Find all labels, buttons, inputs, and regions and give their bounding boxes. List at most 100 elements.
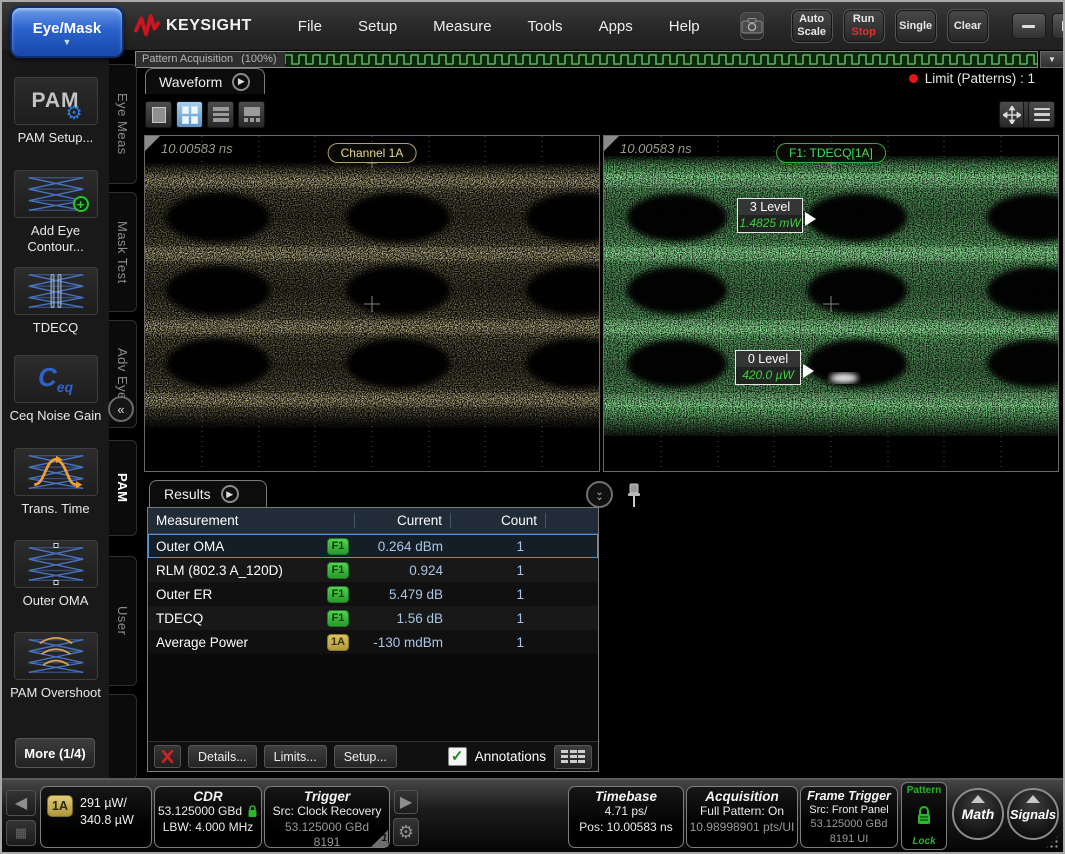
level3-marker-label[interactable]: 3 Level 1.4825 mW — [737, 198, 803, 233]
table-view-button[interactable] — [554, 745, 592, 769]
lock-icon — [247, 805, 258, 818]
delete-measurement-button[interactable] — [154, 745, 181, 768]
auto-scale-button[interactable]: Auto Scale — [792, 10, 832, 42]
menu-apps[interactable]: Apps — [581, 12, 651, 41]
maximize-button[interactable] — [1052, 13, 1065, 39]
channel-scale: 291 µW/ — [80, 796, 127, 810]
acquisition-full-pattern: Full Pattern: On — [687, 804, 797, 820]
panel-corner-handle[interactable] — [604, 136, 619, 151]
setup-button[interactable]: Setup... — [334, 745, 397, 768]
layout-rows-icon — [213, 107, 229, 122]
tab-waveform[interactable]: Waveform ▶ — [145, 68, 265, 94]
layout-thumbnail-button[interactable] — [238, 101, 265, 128]
table-row[interactable]: Average Power 1A -130 mdBm 1 — [148, 630, 598, 654]
layout-rows-button[interactable] — [207, 101, 234, 128]
scroll-left-button[interactable]: ◀ — [6, 790, 36, 816]
pattern-bar-dropdown-button[interactable]: ▼ — [1040, 51, 1064, 68]
keyboard-button[interactable]: ▦ — [6, 820, 36, 846]
level3-pointer-icon — [805, 212, 816, 226]
count-value: 1 — [451, 611, 546, 626]
panel-corner-handle[interactable] — [145, 136, 160, 151]
sidebar-item-outer-oma[interactable]: Outer OMA — [2, 540, 109, 609]
results-footer: Details... Limits... Setup... ✓ Annotati… — [148, 741, 598, 771]
tab-mask-test[interactable]: Mask Test — [109, 192, 137, 312]
tab-pam[interactable]: PAM — [109, 440, 137, 536]
timebase-status-panel[interactable]: Timebase 4.71 ps/ Pos: 10.00583 ns — [568, 786, 684, 848]
cdr-status-panel[interactable]: CDR 53.125000 GBd LBW: 4.000 MHz — [154, 786, 262, 848]
frame-trigger-status-panel[interactable]: Frame Trigger Src: Front Panel 53.125000… — [800, 786, 898, 848]
more-measurements-button[interactable]: More (1/4) — [15, 738, 95, 768]
layout-single-icon — [152, 107, 166, 123]
trigger-status-panel[interactable]: Trigger Src: Clock Recovery 53.125000 GB… — [264, 786, 390, 848]
acquisition-status-panel[interactable]: Acquisition Full Pattern: On 10.98998901… — [686, 786, 798, 848]
column-measurement[interactable]: Measurement — [148, 513, 355, 528]
count-value: 1 — [451, 587, 546, 602]
overshoot-icon — [27, 636, 85, 676]
limits-button[interactable]: Limits... — [264, 745, 327, 768]
column-current[interactable]: Current — [355, 513, 451, 528]
square-wave-icon — [285, 52, 1037, 67]
results-tab-expand-icon[interactable]: ▶ — [221, 485, 239, 503]
table-row[interactable]: TDECQ F1 1.56 dB 1 — [148, 606, 598, 630]
scroll-right-button[interactable]: ▶ — [394, 790, 418, 814]
pan-button[interactable] — [999, 101, 1024, 128]
menu-help[interactable]: Help — [651, 12, 718, 41]
ceq-noise-gain-icon: Ceq — [14, 355, 98, 403]
menu-file[interactable]: File — [280, 12, 340, 41]
tdecq-bars-icon — [50, 274, 61, 308]
run-stop-button[interactable]: Run Stop — [844, 10, 884, 42]
add-plus-icon: + — [73, 196, 89, 212]
resize-grip[interactable] — [1044, 834, 1060, 850]
sidebar-item-trans-time[interactable]: Trans. Time — [2, 448, 109, 517]
source-pill-f1-tdecq[interactable]: F1: TDECQ[1A] — [776, 143, 886, 163]
add-eye-contour-icon: + — [14, 170, 98, 218]
pattern-waveform-strip — [285, 52, 1037, 67]
tab-results[interactable]: Results ▶ — [149, 480, 267, 507]
signals-button[interactable]: Signals — [1007, 788, 1059, 840]
collapse-sidebar-button[interactable]: « — [108, 396, 134, 422]
pin-results-button[interactable] — [626, 483, 644, 509]
source-pill-channel-1a[interactable]: Channel 1A — [328, 143, 417, 163]
table-row[interactable]: Outer OMA F1 0.264 dBm 1 — [148, 534, 598, 558]
sidebar-item-tdecq[interactable]: TDECQ — [2, 267, 109, 336]
sidebar-item-add-eye-contour[interactable]: + Add Eye Contour... — [2, 170, 109, 256]
checkmark-icon: ✓ — [451, 748, 464, 765]
menu-tools[interactable]: Tools — [510, 12, 581, 41]
collapse-results-button[interactable]: ⌄⌄ — [586, 481, 613, 508]
math-button[interactable]: Math — [952, 788, 1004, 840]
single-button[interactable]: Single — [896, 10, 936, 42]
waveform-display-channel-1a[interactable]: 10.00583 ns Channel 1A — [144, 135, 600, 472]
stop-label: Stop — [851, 26, 875, 39]
waveform-tab-expand-icon[interactable]: ▶ — [232, 73, 250, 91]
table-row[interactable]: Outer ER F1 5.479 dB 1 — [148, 582, 598, 606]
channel-1a-status-panel[interactable]: 1A 291 µW/ 340.8 µW — [40, 786, 152, 848]
minimize-button[interactable] — [1012, 13, 1046, 39]
annotations-checkbox[interactable]: ✓ — [448, 747, 467, 766]
sidebar-item-ceq-noise-gain[interactable]: Ceq Ceq Noise Gain — [2, 355, 109, 424]
menu-setup[interactable]: Setup — [340, 12, 415, 41]
layout-quad-button[interactable] — [176, 101, 203, 128]
hamburger-icon — [1034, 108, 1050, 111]
details-button[interactable]: Details... — [188, 745, 257, 768]
annotations-label: Annotations — [475, 749, 546, 764]
tab-user[interactable]: User — [109, 556, 137, 686]
tab-empty — [109, 694, 137, 780]
layout-single-button[interactable] — [145, 101, 172, 128]
display-menu-button[interactable] — [1028, 101, 1055, 128]
menu-measure[interactable]: Measure — [415, 12, 509, 41]
clear-button[interactable]: Clear — [948, 10, 988, 42]
pam-overshoot-icon — [14, 632, 98, 680]
screenshot-button[interactable] — [740, 12, 764, 40]
waveform-display-tdecq-f1[interactable]: 10.00583 ns F1: TDECQ[1A] 3 Level 1.4825… — [603, 135, 1059, 472]
frame-trigger-title: Frame Trigger — [801, 787, 897, 803]
table-row[interactable]: RLM (802.3 A_120D) F1 0.924 1 — [148, 558, 598, 582]
tab-eye-meas[interactable]: Eye Meas — [109, 64, 137, 184]
results-table-panel: Measurement Current Count Outer OMA F1 0… — [147, 507, 599, 772]
sidebar-item-pam-overshoot[interactable]: PAM Overshoot — [2, 632, 109, 701]
column-count[interactable]: Count — [451, 513, 546, 528]
sidebar-item-pam-setup[interactable]: PAM ⚙ PAM Setup... — [2, 77, 109, 146]
level0-marker-label[interactable]: 0 Level 420.0 µW — [735, 350, 801, 385]
tab-label: Mask Test — [115, 221, 130, 284]
mode-selector-button[interactable]: Eye/Mask ▼ — [10, 6, 124, 58]
settings-button[interactable]: ⚙ — [393, 818, 419, 846]
